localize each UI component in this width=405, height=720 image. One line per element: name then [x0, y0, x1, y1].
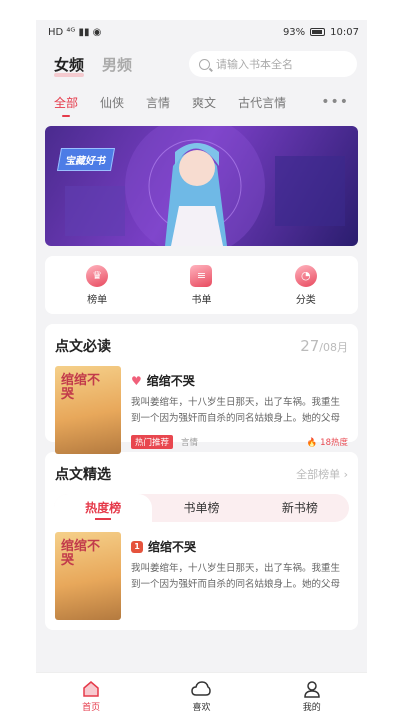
user-icon [304, 681, 320, 698]
status-signal: HD ⁴ᴳ ▮▮ ◉ [48, 26, 102, 38]
booklist-entry[interactable]: ≡ 书单 [171, 264, 231, 306]
tab-shuangwen[interactable]: 爽文 [192, 94, 216, 111]
tab-male[interactable]: 男频 [102, 54, 132, 75]
book-title: 绾绾不哭 [148, 540, 197, 554]
rank-badge: 1 [131, 540, 143, 553]
status-bar: HD ⁴ᴳ ▮▮ ◉ 93% 10:07 [36, 20, 367, 44]
heart-icon: ♥ [131, 373, 142, 388]
app-screen: HD ⁴ᴳ ▮▮ ◉ 93% 10:07 女频 男频 请输入书本全名 全部 仙侠… [36, 20, 367, 720]
tab-hot-rank[interactable]: 热度榜 [54, 494, 153, 522]
section-title: 点文精选 [55, 467, 111, 483]
banner-illustration [65, 126, 345, 246]
rankings-entry[interactable]: ♛ 榜单 [67, 264, 127, 306]
book-cover: 绾绾不哭 [55, 532, 121, 620]
home-icon [83, 681, 99, 697]
tab-romance[interactable]: 言情 [146, 94, 170, 111]
tab-ancient-romance[interactable]: 古代言情 [238, 94, 286, 111]
search-input[interactable]: 请输入书本全名 [189, 51, 357, 77]
book-cover: 绾绾不哭 [55, 366, 121, 454]
section-title: 点文必读 [55, 339, 111, 355]
tab-female[interactable]: 女频 [54, 54, 85, 77]
battery-percent: 93% [282, 26, 306, 38]
pie-icon: ◔ [294, 264, 317, 287]
book-card[interactable]: 绾绾不哭 ♥ 绾绾不哭 我叫姜绾年，十八岁生日那天，出了车祸。我重生到一个因为强… [45, 356, 358, 464]
search-icon [199, 58, 210, 70]
category-tabs: 全部 仙侠 言情 爽文 古代言情 ••• [36, 84, 367, 120]
hot-tag: 热门推荐 [131, 435, 174, 449]
top-bar: 女频 男频 请输入书本全名 [36, 44, 367, 84]
tab-new-rank[interactable]: 新书榜 [251, 494, 349, 522]
tab-all[interactable]: 全部 [54, 94, 78, 117]
banner-badge: 宝藏好书 [56, 148, 116, 171]
book-title: 绾绾不哭 [146, 374, 195, 388]
book-desc: 我叫姜绾年，十八岁生日那天，出了车祸。我重生到一个因为强奸而自杀的同名姑娘身上。… [131, 397, 341, 424]
battery-icon [310, 28, 326, 36]
genre-label: 言情 [181, 438, 199, 448]
nav-favorites[interactable]: 喜欢 [171, 680, 231, 713]
tab-xianxia[interactable]: 仙侠 [100, 94, 124, 111]
search-placeholder: 请输入书本全名 [216, 58, 293, 71]
nav-home[interactable]: 首页 [61, 680, 121, 713]
heat-count: 🔥 18热度 [306, 438, 348, 448]
bottom-nav: 首页 喜欢 我的 [36, 672, 367, 720]
clock: 10:07 [330, 26, 359, 38]
crown-icon: ♛ [86, 264, 109, 287]
promo-banner[interactable]: 宝藏好书 [45, 126, 358, 246]
must-read-section: 点文必读 27/08月 绾绾不哭 ♥ 绾绾不哭 我叫姜绾年，十八岁生日那天，出了… [45, 324, 358, 454]
category-entry[interactable]: ◔ 分类 [276, 264, 336, 306]
rank-tabs: 热度榜 书单榜 新书榜 [54, 494, 349, 522]
all-rankings-link[interactable]: 全部榜单 › [296, 466, 348, 482]
list-icon: ≡ [190, 264, 213, 287]
selection-section: 点文精选 全部榜单 › 热度榜 书单榜 新书榜 绾绾不哭 1 绾绾不哭 我叫姜绾… [45, 452, 358, 630]
nav-profile[interactable]: 我的 [282, 680, 342, 713]
date-label: 27/08月 [300, 337, 348, 355]
more-icon[interactable]: ••• [321, 94, 349, 110]
cloud-icon [191, 681, 212, 696]
book-card[interactable]: 绾绾不哭 1 绾绾不哭 我叫姜绾年，十八岁生日那天，出了车祸。我重生到一个因为强… [45, 522, 358, 630]
book-desc: 我叫姜绾年，十八岁生日那天，出了车祸。我重生到一个因为强奸而自杀的同名姑娘身上。… [131, 563, 341, 590]
tab-booklist-rank[interactable]: 书单榜 [152, 494, 250, 522]
quick-entries: ♛ 榜单 ≡ 书单 ◔ 分类 [45, 256, 358, 314]
